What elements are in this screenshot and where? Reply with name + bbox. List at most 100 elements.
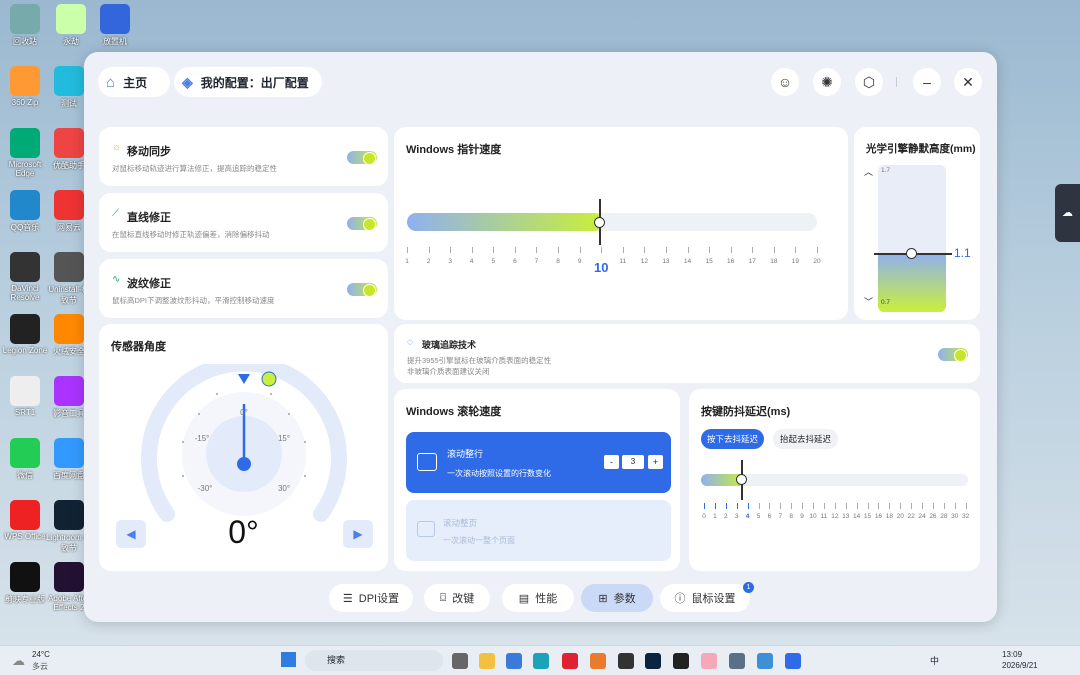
desktop-icon[interactable]: Legion Zone xyxy=(2,314,48,355)
grid-icon: ⊞ xyxy=(598,592,608,605)
desktop-icon[interactable]: DaVinci Resolve xyxy=(2,252,48,302)
desktop-icon[interactable]: Microsoft Edge xyxy=(2,128,48,178)
pointer-tick-mark xyxy=(730,247,732,253)
brightness-icon[interactable]: ✺ xyxy=(813,68,841,96)
app-icon xyxy=(10,500,40,530)
straight-desc: 在鼠标直线移动时修正轨迹偏差，消除偏移抖动 xyxy=(112,230,270,239)
angle-dial[interactable] xyxy=(139,364,349,524)
nav-performance[interactable]: ▤ 性能 xyxy=(502,584,574,612)
ime-indicator[interactable]: 中 xyxy=(930,654,939,667)
debounce-tick-mark xyxy=(704,503,705,509)
straight-toggle[interactable] xyxy=(347,217,377,231)
app-icon xyxy=(54,128,84,158)
lod-thumb[interactable] xyxy=(874,248,952,260)
nav-mouse-settings[interactable]: ⓘ 鼠标设置 xyxy=(660,584,750,612)
debounce-tick-label: 5 xyxy=(756,513,761,520)
mouse-app-icon[interactable] xyxy=(785,653,801,669)
wps-icon[interactable] xyxy=(562,653,578,669)
desktop-icon[interactable]: 回收站 xyxy=(2,4,48,47)
desktop-icon[interactable]: SRT1 xyxy=(2,376,48,417)
debounce-tick-mark xyxy=(714,503,716,509)
glass-toggle[interactable] xyxy=(938,348,968,362)
mouse-config-window: ⌂ 主页 ◈ 我的配置：出厂配置 ☺ ✺ ⬡ – ✕ ☼ 移动同步 对鼠标移动轨迹进… xyxy=(84,52,997,622)
edge-icon[interactable] xyxy=(533,653,549,669)
angle-label-30: 30° xyxy=(277,484,291,493)
debounce-tick-mark xyxy=(965,503,967,509)
tab-press-debounce[interactable]: 按下去抖延迟 xyxy=(701,429,764,449)
desktop-icon[interactable]: 永劫 xyxy=(48,4,94,47)
desktop-icon[interactable]: 360 Zip xyxy=(2,66,48,107)
tab-lift-debounce[interactable]: 抬起去抖延迟 xyxy=(773,429,838,449)
angle-value: 0° xyxy=(228,514,259,550)
clock-time[interactable]: 13:09 xyxy=(1002,650,1022,659)
debounce-track[interactable] xyxy=(701,460,968,500)
desktop-icon-label: 回收站 xyxy=(13,37,37,46)
pointer-tick-label: 1 xyxy=(405,258,409,265)
desktop-icon-label: Legion Zone xyxy=(2,346,48,355)
scroll-page-option[interactable]: 滚动整页 一次滚动一整个页面 xyxy=(406,500,671,561)
debounce-tick-mark xyxy=(911,503,913,509)
scroll-lines-option[interactable]: 滚动整行 一次滚动按照设置的行数变化 - 3 + xyxy=(406,432,671,493)
sync-toggle[interactable] xyxy=(347,151,377,165)
debounce-tick-mark xyxy=(922,503,924,509)
debounce-tick-label: 26 xyxy=(929,513,937,520)
store-icon[interactable] xyxy=(506,653,522,669)
nav-dpi[interactable]: ☰ DPI设置 xyxy=(329,584,413,612)
debounce-tick-mark xyxy=(813,503,815,509)
lod-up-icon[interactable]: ︿ xyxy=(864,165,873,178)
desktop-icon[interactable]: WPS Office xyxy=(2,500,48,541)
legion-icon[interactable] xyxy=(673,653,689,669)
debounce-tick-label: 11 xyxy=(820,513,828,520)
desktop-icon[interactable]: QQ音乐 xyxy=(2,190,48,233)
straight-title: 直线修正 xyxy=(127,212,171,224)
start-icon[interactable] xyxy=(281,652,296,667)
home-button[interactable]: ⌂ 主页 xyxy=(98,67,170,97)
nav-remap[interactable]: ⌼ 改键 xyxy=(424,584,490,612)
close-icon[interactable]: ✕ xyxy=(954,68,982,96)
debounce-tick-label: 22 xyxy=(907,513,915,520)
wheel-card: Windows 滚轮速度 滚动整行 一次滚动按照设置的行数变化 - 3 + 滚动… xyxy=(394,389,680,571)
lod-down-icon[interactable]: ﹀ xyxy=(864,295,873,308)
pointer-tick-label: 16 xyxy=(727,258,735,265)
taskbar-search[interactable]: 搜索 xyxy=(305,650,443,671)
user-icon[interactable]: ☺ xyxy=(771,68,799,96)
pointer-tick-label: 7 xyxy=(534,258,539,265)
lines-plus-button[interactable]: + xyxy=(648,455,663,469)
app-icon[interactable] xyxy=(590,653,606,669)
pointer-tick-mark xyxy=(709,247,711,253)
sync-title: 移动同步 xyxy=(127,146,171,158)
debounce-tick-mark xyxy=(943,503,945,509)
lines-value-input[interactable]: 3 xyxy=(622,455,644,469)
game-icon[interactable] xyxy=(701,653,717,669)
lightroom-icon[interactable] xyxy=(645,653,661,669)
photos-icon[interactable] xyxy=(757,653,773,669)
folder-icon[interactable] xyxy=(479,653,495,669)
lines-minus-button[interactable]: - xyxy=(604,455,619,469)
taskview-icon[interactable] xyxy=(452,653,468,669)
desktop-icon[interactable]: 微信 xyxy=(2,438,48,481)
side-tab-icon[interactable]: ☁ xyxy=(1055,184,1080,242)
settings-icon[interactable] xyxy=(729,653,745,669)
lod-track[interactable] xyxy=(878,165,946,312)
ripple-toggle[interactable] xyxy=(347,283,377,297)
pointer-title: Windows 指针速度 xyxy=(406,144,502,156)
settings-hex-icon[interactable]: ⬡ xyxy=(855,68,883,96)
list-icon xyxy=(417,453,437,471)
info-icon: ⓘ xyxy=(674,593,686,605)
debounce-thumb[interactable] xyxy=(736,460,748,500)
desktop-icon[interactable]: 剪映专业版 xyxy=(2,562,48,605)
wheel-title: Windows 滚轮速度 xyxy=(406,406,502,418)
config-selector[interactable]: ◈ 我的配置：出厂配置 xyxy=(174,67,322,97)
glass-title: 玻璃追踪技术 xyxy=(422,340,477,350)
app-icon xyxy=(56,4,86,34)
divider xyxy=(896,77,897,87)
pointer-thumb[interactable] xyxy=(594,199,606,245)
nav-params[interactable]: ⊞ 参数 xyxy=(581,584,653,612)
clock-date[interactable]: 2026/9/21 xyxy=(1002,661,1038,670)
minimize-icon[interactable]: – xyxy=(913,68,941,96)
desktop-icon[interactable]: 放置机 xyxy=(92,4,138,47)
pointer-track[interactable] xyxy=(407,199,817,245)
desktop-icon-label: 永劫 xyxy=(63,37,79,46)
chatgpt-icon[interactable] xyxy=(618,653,634,669)
desktop-icon-label: Microsoft Edge xyxy=(8,160,42,178)
